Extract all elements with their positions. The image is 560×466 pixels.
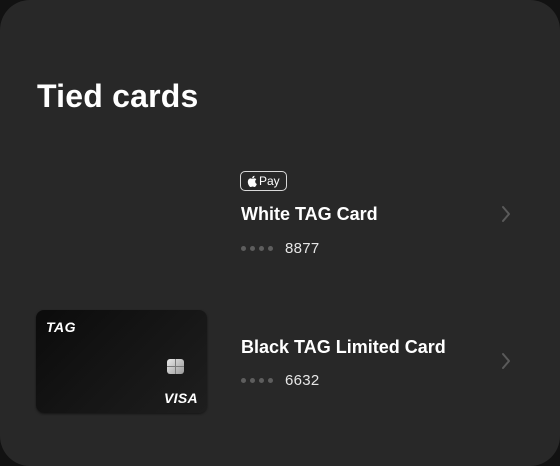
chevron-right-icon[interactable] xyxy=(499,351,513,371)
visa-logo: VISA xyxy=(164,390,198,406)
chip-icon xyxy=(167,359,184,374)
page-title: Tied cards xyxy=(37,78,199,114)
chevron-right-icon[interactable] xyxy=(499,204,513,224)
card-name: White TAG Card xyxy=(241,204,378,224)
card-last4: 6632 xyxy=(285,371,320,389)
masked-card-number: 8877 xyxy=(241,238,320,258)
card-image: TAG VISA xyxy=(36,310,207,413)
masked-card-number: 6632 xyxy=(241,370,320,390)
apple-pay-badge: Pay xyxy=(240,171,287,191)
mask-dots xyxy=(241,377,273,383)
tied-cards-panel: Tied cards Pay White TAG Card 8877 TAG V… xyxy=(0,0,560,466)
card-last4: 8877 xyxy=(285,239,320,257)
apple-pay-label: Pay xyxy=(259,174,280,188)
mask-dots xyxy=(241,245,273,251)
card-name: Black TAG Limited Card xyxy=(241,337,446,357)
card-row-black-tag-limited[interactable]: TAG VISA Black TAG Limited Card 6632 xyxy=(0,300,560,430)
apple-icon xyxy=(247,175,257,187)
card-row-white-tag[interactable]: Pay White TAG Card 8877 xyxy=(0,150,560,280)
tag-logo: TAG xyxy=(46,319,77,335)
